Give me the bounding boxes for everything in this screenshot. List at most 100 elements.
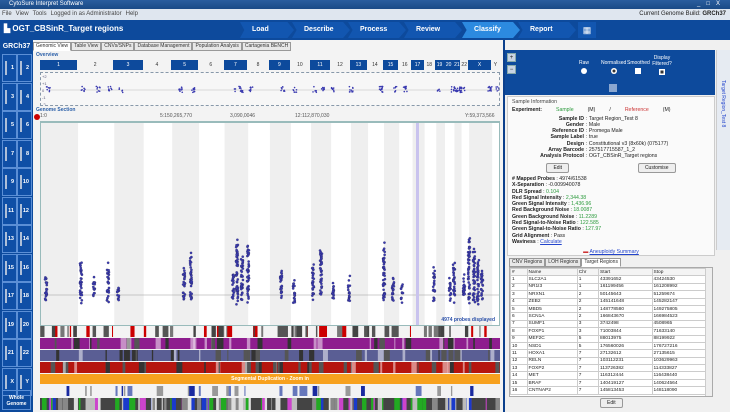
overview-plot[interactable]: +2 +1 0 -1 -2 bbox=[40, 72, 500, 106]
overview-chromosome-9[interactable]: 9 bbox=[268, 60, 290, 70]
workflow-step-process[interactable]: Process bbox=[348, 22, 406, 38]
qc-metric[interactable]: Waviness : Calculate bbox=[512, 239, 710, 245]
overview-chromosome-13[interactable]: 13 bbox=[349, 60, 367, 70]
column-header[interactable]: Chr bbox=[576, 268, 600, 277]
sidebar-chromosome-20[interactable]: 20 bbox=[17, 310, 32, 339]
sidebar-chromosome-10[interactable]: 10 bbox=[17, 168, 32, 196]
table-row[interactable]: 6 SCN1A 2 166843670 166984523 bbox=[510, 312, 706, 321]
tab-cnvs-snps[interactable]: CNVs/SNPs bbox=[101, 42, 135, 51]
checkbox-icon[interactable] bbox=[635, 68, 642, 74]
table-row[interactable]: 3 NRXN1 2 50145643 51259674 bbox=[510, 290, 706, 299]
tab-database-management[interactable]: Database Management bbox=[134, 42, 193, 51]
menu-help[interactable]: Help bbox=[126, 11, 138, 17]
table-row[interactable]: 12 RELN 7 103112231 103629963 bbox=[510, 356, 706, 366]
table-row[interactable]: 14 MET 7 116312444 116438440 bbox=[510, 371, 706, 380]
overview-chromosome-3[interactable]: 3 bbox=[113, 60, 143, 70]
overview-chromosome-14[interactable]: 14 bbox=[367, 60, 383, 70]
zoom-in-icon[interactable]: + bbox=[507, 53, 516, 62]
aneuploidy-summary-link[interactable]: Aneuploidy Summary bbox=[590, 249, 639, 255]
overview-chromosome-6[interactable]: 6 bbox=[198, 60, 223, 70]
table-row[interactable]: 2 NR1I3 1 161199456 161208992 bbox=[510, 282, 706, 292]
column-header[interactable]: Name bbox=[526, 268, 578, 277]
sidebar-chromosome-2[interactable]: 2 bbox=[17, 54, 32, 82]
panel-collapse-handle[interactable] bbox=[609, 84, 617, 92]
whole-genome-button[interactable]: Whole Genome bbox=[2, 390, 31, 410]
tab-target-regions[interactable]: Target Regions bbox=[581, 258, 621, 267]
checkerboard-flag-icon[interactable]: ▦ bbox=[578, 22, 596, 38]
tab-table-view[interactable]: Table View bbox=[71, 42, 102, 51]
overview-chromosome-21[interactable]: 21 bbox=[453, 60, 461, 70]
sidebar-chromosome-21[interactable]: 21 bbox=[2, 339, 17, 367]
overview-chromosome-18[interactable]: 18 bbox=[424, 60, 436, 70]
table-scrollbar[interactable] bbox=[705, 268, 712, 396]
workflow-step-classify[interactable]: Classify bbox=[462, 22, 520, 38]
table-row[interactable]: 4 ZEB2 2 145141648 145282147 bbox=[510, 297, 706, 306]
sidebar-chromosome-12[interactable]: 12 bbox=[17, 196, 32, 225]
workflow-step-report[interactable]: Report bbox=[518, 22, 576, 38]
sidebar-chromosome-6[interactable]: 6 bbox=[17, 111, 32, 139]
overview-chromosome-4[interactable]: 4 bbox=[143, 60, 171, 70]
table-row[interactable]: 13 FOXP2 7 113726382 114333827 bbox=[510, 364, 706, 373]
genome-section-plot[interactable]: 4974 probes displayed bbox=[40, 122, 500, 326]
sample-edit-button[interactable]: Edit bbox=[546, 162, 570, 173]
overview-chromosome-5[interactable]: 5 bbox=[171, 60, 199, 70]
tab-genomic-view[interactable]: Genomic View bbox=[33, 42, 72, 51]
table-row[interactable]: 10 NSD1 5 176560026 176727216 bbox=[510, 341, 706, 351]
overview-chromosome-15[interactable]: 15 bbox=[382, 60, 399, 70]
sidebar-chromosome-22[interactable]: 22 bbox=[17, 339, 32, 367]
overview-chromosome-10[interactable]: 10 bbox=[290, 60, 310, 70]
table-row[interactable]: 16 CNTNAP2 7 145813453 148118090 bbox=[510, 386, 706, 395]
overview-chromosome-22[interactable]: 22 bbox=[460, 60, 468, 70]
overview-chromosome-7[interactable]: 7 bbox=[223, 60, 248, 70]
sidebar-chromosome-18[interactable]: 18 bbox=[17, 282, 32, 310]
option-normalised[interactable]: Normalised bbox=[601, 60, 626, 74]
table-row[interactable]: 15 BRAF 7 140419127 140624564 bbox=[510, 378, 706, 388]
overview-chromosome-2[interactable]: 2 bbox=[77, 60, 113, 70]
workflow-step-load[interactable]: Load bbox=[240, 22, 294, 38]
workflow-step-describe[interactable]: Describe bbox=[292, 22, 350, 38]
overview-chromosome-12[interactable]: 12 bbox=[330, 60, 350, 70]
overview-chromosome-X[interactable]: X bbox=[468, 60, 492, 70]
radio-icon[interactable] bbox=[581, 68, 587, 74]
barcode-track[interactable] bbox=[40, 398, 500, 410]
cursor-line[interactable] bbox=[416, 123, 419, 326]
sidebar-chromosome-14[interactable]: 14 bbox=[17, 225, 32, 253]
menu-file[interactable]: File bbox=[2, 11, 12, 17]
table-row[interactable]: 7 SUMF1 3 3742498 4508965 bbox=[510, 319, 706, 329]
tab-population-analysis[interactable]: Population Analysis bbox=[192, 42, 242, 51]
overview-chromosome-8[interactable]: 8 bbox=[247, 60, 269, 70]
table-row[interactable]: 5 MBD5 2 148778580 149275805 bbox=[510, 304, 706, 314]
close-button[interactable]: X bbox=[716, 1, 726, 7]
sidebar-chromosome-16[interactable]: 16 bbox=[17, 253, 32, 282]
overview-chromosome-1[interactable]: 1 bbox=[40, 60, 78, 70]
vertical-tab-sample[interactable]: Target Region_Test 8 bbox=[720, 80, 726, 127]
sidebar-chromosome-9[interactable]: 9 bbox=[2, 168, 17, 196]
sidebar-chromosome-19[interactable]: 19 bbox=[2, 310, 17, 339]
minimize-button[interactable]: _ bbox=[697, 1, 706, 7]
segmental-duplication-track[interactable]: Segmental Duplication - Zoom in bbox=[40, 374, 500, 384]
zoom-out-icon[interactable]: − bbox=[507, 65, 516, 74]
sidebar-chromosome-11[interactable]: 11 bbox=[2, 196, 17, 225]
sidebar-chromosome-17[interactable]: 17 bbox=[2, 282, 17, 310]
menu-view[interactable]: View bbox=[16, 11, 29, 17]
radio-icon[interactable] bbox=[610, 68, 617, 74]
sidebar-chromosome-5[interactable]: 5 bbox=[2, 111, 17, 139]
column-header[interactable]: Start bbox=[598, 268, 653, 277]
workflow-step-review[interactable]: Review bbox=[404, 22, 462, 38]
table-row[interactable]: 1 SLC2A1 1 43391652 43424530 bbox=[510, 275, 706, 284]
maximize-button[interactable]: □ bbox=[706, 1, 716, 7]
table-row[interactable]: 8 FOXP1 3 71003844 71633140 bbox=[510, 327, 706, 336]
tab-cartagenia-bench[interactable]: Cartagenia BENCH bbox=[241, 42, 292, 51]
sidebar-chromosome-3[interactable]: 3 bbox=[2, 82, 17, 111]
sidebar-chromosome-15[interactable]: 15 bbox=[2, 253, 17, 282]
table-row[interactable]: 9 MEF2C 5 88013975 88199922 bbox=[510, 334, 706, 343]
column-header[interactable]: # bbox=[510, 268, 528, 277]
checkbox-icon[interactable] bbox=[659, 69, 665, 75]
overview-chromosome-17[interactable]: 17 bbox=[411, 60, 424, 70]
option-smoothed[interactable]: Smoothed bbox=[627, 60, 650, 74]
sidebar-chromosome-1[interactable]: 1 bbox=[2, 54, 17, 82]
sidebar-chromosome-4[interactable]: 4 bbox=[17, 82, 32, 111]
overview-chromosome-19[interactable]: 19 bbox=[435, 60, 444, 70]
option-display-filtered-[interactable]: Display Filtered? bbox=[652, 55, 672, 75]
tab-cnv-regions[interactable]: CNV Regions bbox=[509, 258, 546, 267]
